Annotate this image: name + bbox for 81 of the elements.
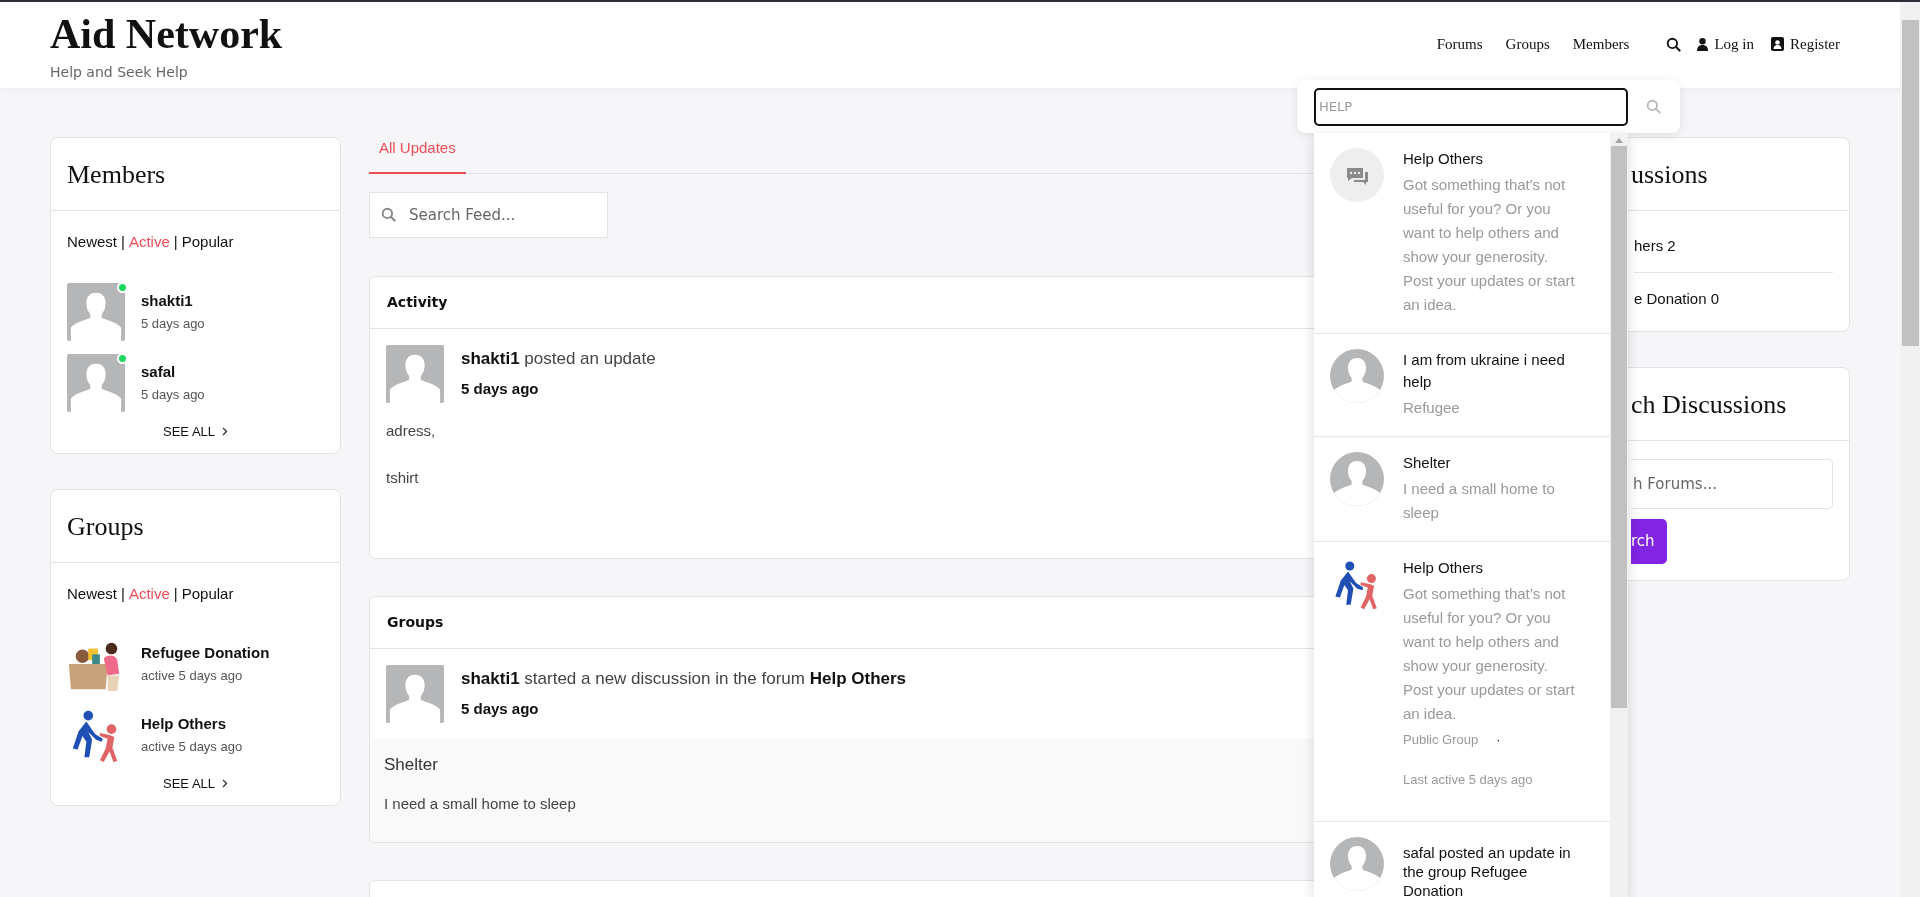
see-all-link[interactable]: SEE ALL — [162, 773, 228, 793]
search-result[interactable]: Shelter I need a small home to sleep — [1314, 437, 1610, 542]
item-time: 5 days ago — [141, 386, 205, 404]
group-status: Public Group — [1403, 731, 1479, 749]
search-result[interactable]: I am from ukraine i need help Refugee — [1314, 334, 1610, 437]
result-title: I am from ukraine i need help — [1403, 350, 1566, 392]
item-time: active 5 days ago — [141, 667, 244, 685]
avatar-icon — [1330, 837, 1384, 891]
filter-link[interactable]: Newest — [67, 231, 118, 254]
avatar-icon — [67, 282, 125, 341]
chevron-right-icon — [222, 778, 228, 788]
forum-link[interactable]: hers 2 — [1634, 237, 1676, 254]
item-time: active 5 days ago — [141, 738, 243, 756]
search-icon — [1646, 99, 1661, 114]
nav-link[interactable]: Groups — [1505, 32, 1550, 56]
filter-separator: | — [120, 232, 126, 252]
feed-search-field[interactable]: Search Feed... — [369, 191, 608, 238]
result-text: Got something that’s not useful for you? Or you want to help others and show your generosity. Post your updates or start an idea. — [1403, 584, 1576, 724]
item-name[interactable]: shakti1 — [141, 289, 205, 312]
post-text: tshirt — [386, 468, 419, 488]
discussion-title: Shelter — [384, 753, 438, 776]
scrollbar-thumb[interactable] — [1901, 20, 1919, 346]
discussion-text: I need a small home to sleep — [384, 794, 576, 814]
avatar-icon — [1330, 349, 1384, 403]
search-result[interactable]: Help Others Got something that's not useful for you? Or you want to help others and show your generosity. Post your updates or start an idea. — [1314, 133, 1610, 334]
forum-search-field[interactable]: h Forums... — [1631, 459, 1833, 509]
filter-link[interactable]: Popular — [181, 231, 234, 254]
nav-link[interactable]: Forums — [1436, 32, 1483, 56]
filter-link[interactable]: Active — [128, 231, 170, 254]
contact-card-icon — [1771, 37, 1784, 51]
widget-title: Groups — [67, 510, 144, 543]
separator-dot: · — [1496, 731, 1501, 749]
filter-link[interactable]: Active — [128, 583, 170, 606]
avatar-icon — [67, 353, 125, 412]
filter-link[interactable]: Newest — [67, 583, 118, 606]
card-heading: Activity — [387, 292, 448, 312]
item-name[interactable]: safal — [141, 360, 205, 383]
scroll-up-arrow-icon[interactable] — [1614, 136, 1624, 144]
avatar-icon — [386, 664, 444, 723]
filter-separator: | — [120, 584, 126, 604]
item-time: 5 days ago — [141, 315, 205, 333]
widget-title: ch Discussions — [1631, 388, 1787, 421]
result-text: Refugee — [1403, 398, 1461, 418]
result-title: Help Others — [1403, 149, 1485, 169]
result-title: safal posted an update in the group Refugee Donation — [1403, 843, 1572, 897]
result-text: I need a small home to sleep — [1403, 479, 1556, 523]
post-text: adress, — [386, 420, 436, 441]
filter-separator: | — [172, 584, 179, 604]
login-link[interactable]: Log in — [1697, 32, 1754, 56]
search-icon — [1666, 36, 1682, 52]
nav-link[interactable]: Members — [1572, 32, 1630, 56]
search-result[interactable]: safal posted an update in the group Refugee Donation — [1314, 822, 1610, 897]
activity-text: shakti1 posted an update — [461, 347, 656, 370]
result-title: Shelter — [1403, 453, 1452, 473]
widget-title: ussions — [1631, 158, 1708, 191]
card-heading: Groups — [387, 612, 444, 632]
site-title[interactable]: Aid Network — [50, 11, 283, 57]
avatar-icon — [1330, 452, 1384, 506]
see-all-link[interactable]: SEE ALL — [162, 421, 228, 441]
item-name[interactable]: Refugee Donation — [141, 641, 270, 664]
chat-bubbles-icon — [1330, 148, 1384, 202]
group-activity: Last active 5 days ago — [1403, 771, 1534, 789]
site-tagline: Help and Seek Help — [50, 63, 189, 82]
avatar-icon — [386, 344, 444, 403]
user-icon — [1697, 37, 1709, 51]
scrollbar-thumb[interactable] — [1611, 146, 1627, 708]
register-link[interactable]: Register — [1771, 32, 1840, 56]
search-submit-button[interactable]: rch — [1631, 519, 1667, 564]
result-text: Got something that's not useful for you? Or you want to help others and show your generosity. Post your updates or start an idea. — [1403, 175, 1576, 315]
activity-text: shakti1 started a new discussion in the forum Help Others — [461, 667, 907, 690]
filter-link[interactable]: Popular — [181, 583, 234, 606]
widget-title: Members — [67, 158, 166, 191]
search-button[interactable] — [1666, 36, 1682, 52]
filter-separator: | — [172, 232, 179, 252]
chevron-right-icon — [222, 426, 228, 436]
forum-link[interactable]: e Donation 0 — [1634, 290, 1720, 307]
activity-time: 5 days ago — [461, 379, 540, 399]
result-title: Help Others — [1403, 558, 1485, 578]
search-icon — [381, 206, 396, 222]
activity-time: 5 days ago — [461, 699, 540, 719]
item-name[interactable]: Help Others — [141, 712, 243, 735]
